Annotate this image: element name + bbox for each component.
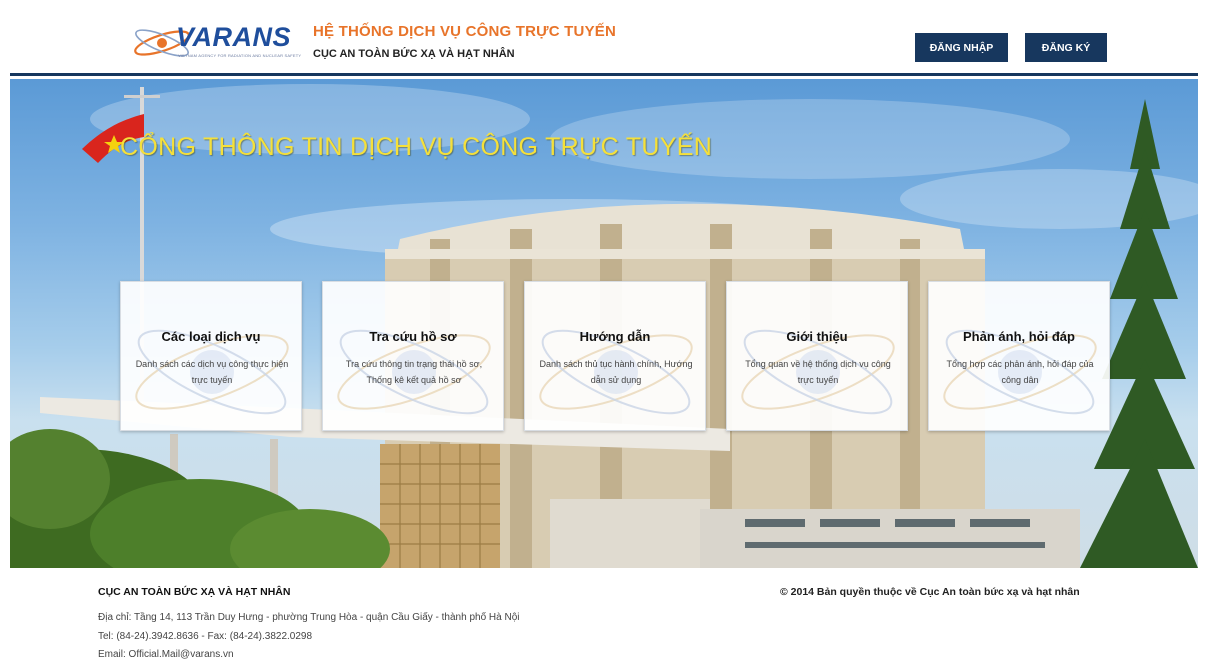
- footer-phone-fax: Tel: (84-24).3942.8636 - Fax: (84-24).38…: [98, 631, 313, 642]
- footer-org-name: CỤC AN TOÀN BỨC XẠ VÀ HẠT NHÂN: [98, 586, 291, 598]
- card-description: Tổng hợp các phản ánh, hỏi đáp của công …: [946, 359, 1094, 385]
- card-description: Danh sách các dịch vụ công thực hiện trự…: [135, 359, 289, 385]
- logo-subtitle: VIETNAM AGENCY FOR RADIATION AND NUCLEAR…: [178, 53, 302, 58]
- login-button[interactable]: ĐĂNG NHẬP: [915, 33, 1008, 62]
- card-title: Hướng dẫn: [579, 329, 651, 344]
- card-title: Các loại dịch vụ: [161, 329, 261, 344]
- card-title: Giới thiệu: [786, 329, 848, 344]
- site-subtitle: CỤC AN TOÀN BỨC XẠ VÀ HẠT NHÂN: [313, 48, 515, 60]
- footer-address: Địa chỉ: Tầng 14, 113 Trần Duy Hưng - ph…: [98, 612, 520, 623]
- card-service-types[interactable]: Các loại dịch vụ Danh sách các dịch vụ c…: [120, 281, 302, 431]
- card-description: Tổng quan về hệ thống dịch vụ công trực …: [745, 359, 891, 385]
- site-title: HỆ THỐNG DỊCH VỤ CÔNG TRỰC TUYẾN: [313, 23, 617, 40]
- card-introduction[interactable]: Giới thiệu Tổng quan về hệ thống dịch vụ…: [726, 281, 908, 431]
- card-description: Danh sách thủ tục hành chính, Hướng dẫn …: [539, 359, 693, 385]
- logo-text: VARANS: [176, 22, 292, 52]
- page: VARANS VIETNAM AGENCY FOR RADIATION AND …: [10, 8, 1198, 662]
- card-feedback-qa[interactable]: Phản ánh, hỏi đáp Tổng hợp các phản ánh,…: [928, 281, 1110, 431]
- footer-copyright: © 2014 Bản quyền thuộc về Cục An toàn bứ…: [780, 586, 1080, 598]
- card-description: Tra cứu thông tin trạng thái hồ sơ, Thốn…: [345, 359, 483, 385]
- register-button[interactable]: ĐĂNG KÝ: [1025, 33, 1107, 62]
- card-record-lookup[interactable]: Tra cứu hồ sơ Tra cứu thông tin trạng th…: [322, 281, 504, 431]
- card-guide[interactable]: Hướng dẫn Danh sách thủ tục hành chính, …: [524, 281, 706, 431]
- header: VARANS VIETNAM AGENCY FOR RADIATION AND …: [10, 8, 1198, 76]
- varans-logo[interactable]: VARANS VIETNAM AGENCY FOR RADIATION AND …: [132, 20, 301, 66]
- footer-email: Email: Official.Mail@varans.vn: [98, 649, 234, 660]
- card-title: Tra cứu hồ sơ: [369, 329, 457, 344]
- hero-banner: CỔNG THÔNG TIN DỊCH VỤ CÔNG TRỰC TUYẾN C…: [10, 79, 1198, 568]
- footer: CỤC AN TOÀN BỨC XẠ VÀ HẠT NHÂN Địa chỉ: …: [10, 568, 1198, 662]
- card-title: Phản ánh, hỏi đáp: [963, 329, 1075, 344]
- banner-title: CỔNG THÔNG TIN DỊCH VỤ CÔNG TRỰC TUYẾN: [120, 133, 713, 161]
